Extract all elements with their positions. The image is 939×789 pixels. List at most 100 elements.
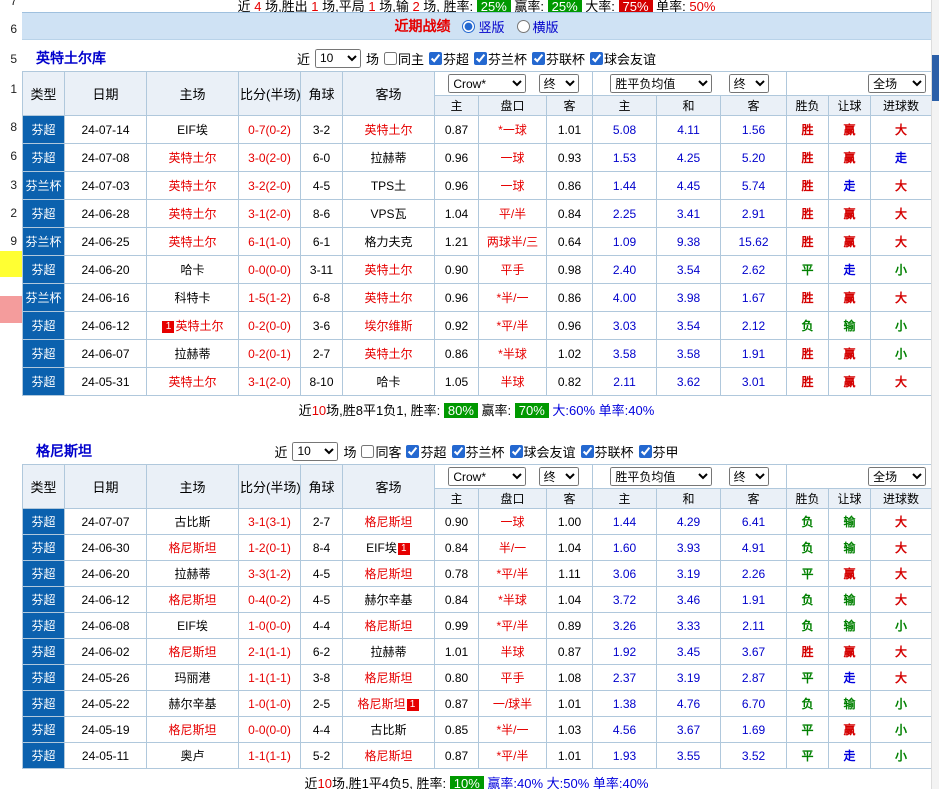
home-team: 格尼斯坦: [146, 534, 239, 561]
result-value: 胜: [786, 115, 830, 144]
team-name-text: 拉赫蒂: [174, 347, 211, 361]
asian-handicap: 一球: [478, 143, 547, 172]
same-venue-checkbox[interactable]: 同客: [361, 442, 401, 461]
league-type: 芬兰杯: [22, 171, 65, 200]
league-checkbox-input[interactable]: [580, 444, 594, 458]
recent-count-select[interactable]: 10: [292, 441, 339, 461]
league-checkbox[interactable]: 芬联杯: [580, 442, 634, 461]
col-header-odds-home: 主: [592, 488, 658, 509]
score-halftime: 1-5(1-2): [238, 283, 301, 312]
final-wdl-select[interactable]: 终: [728, 467, 769, 486]
odds-draw: 4.25: [656, 143, 722, 172]
asian-handicap: *一球: [478, 115, 547, 144]
league-checkbox[interactable]: 球会友谊: [590, 49, 656, 68]
home-team: 科特卡: [146, 283, 239, 312]
odds-home: 3.26: [592, 612, 658, 639]
league-checkbox[interactable]: 芬超: [428, 49, 469, 68]
col-header-handicap: 盘口: [478, 488, 547, 509]
home-team: 哈卡: [146, 255, 239, 284]
odds-source-select[interactable]: Crow*: [448, 74, 527, 93]
wdl-odds-controls: 胜平负均值 终: [592, 464, 788, 489]
league-checkbox[interactable]: 芬兰杯: [451, 442, 505, 461]
league-checkbox-input[interactable]: [590, 51, 604, 65]
odds-home: 2.40: [592, 255, 658, 284]
league-checkbox-input[interactable]: [451, 444, 465, 458]
wdl-average-select[interactable]: 胜平负均值: [610, 467, 713, 486]
match-scope-select[interactable]: 全场: [868, 74, 927, 93]
league-checkbox-input[interactable]: [406, 444, 420, 458]
asian-handicap: *半球: [478, 339, 547, 368]
corners: 2-7: [300, 339, 343, 368]
team-name-text: 格尼斯坦: [168, 723, 217, 737]
league-checkbox-input[interactable]: [428, 51, 442, 65]
asian-handicap: 一/球半: [478, 690, 547, 717]
odds-source-select[interactable]: Crow*: [448, 467, 527, 486]
wdl-average-select[interactable]: 胜平负均值: [610, 74, 713, 93]
match-row: 芬超 24-05-31 英特土尔 3-1(2-0) 8-10 哈卡 1.05 半球 0.82 2.…: [22, 367, 933, 396]
result-value: 负: [786, 508, 830, 535]
final-wdl-select[interactable]: 终: [728, 74, 769, 93]
league-type: 芬超: [22, 367, 65, 396]
corners: 4-5: [300, 586, 343, 613]
team-name-text: EIF埃: [366, 541, 397, 555]
text-part: 75%: [618, 0, 653, 12]
layout-horizontal-radio[interactable]: 横版: [516, 17, 559, 36]
odds-away: 2.12: [720, 311, 788, 340]
odds-away: 3.01: [720, 367, 788, 396]
league-checkbox[interactable]: 芬甲: [638, 442, 679, 461]
league-checkbox[interactable]: 芬联杯: [532, 49, 585, 68]
scrollbar-thumb[interactable]: [932, 55, 939, 101]
league-checkbox-input[interactable]: [474, 51, 487, 65]
team-name-text: 赫尔辛基: [364, 593, 413, 607]
same-venue-input[interactable]: [361, 444, 375, 458]
odds-away: 1.67: [720, 283, 788, 312]
odds-away: 4.91: [720, 534, 788, 561]
result-value: 平: [786, 716, 830, 743]
vertical-radio-input[interactable]: [462, 19, 476, 33]
team-name-text: 英特土尔: [175, 319, 224, 333]
odds-away: 3.67: [720, 638, 788, 665]
final-odds-select[interactable]: 终: [538, 74, 579, 93]
same-venue-input[interactable]: [383, 51, 397, 65]
league-checkbox-input[interactable]: [509, 444, 523, 458]
odds-home: 1.44: [592, 508, 658, 535]
odds-home: 1.38: [592, 690, 658, 717]
odds-home: 4.00: [592, 283, 658, 312]
match-row: 芬超 24-06-08 EIF埃 1-0(0-0) 4-4 格尼斯坦 0.99 *平/半 0.8…: [22, 612, 933, 639]
same-venue-checkbox[interactable]: 同主: [383, 49, 424, 68]
over-under-value: 小: [870, 690, 933, 717]
score-halftime: 1-1(1-1): [238, 742, 301, 769]
odds-away: 6.70: [720, 690, 788, 717]
over-under-value: 大: [870, 664, 933, 691]
team-name-text: 奥卢: [180, 749, 205, 763]
layout-vertical-radio[interactable]: 竖版: [462, 17, 505, 36]
odds-draw: 3.67: [656, 716, 722, 743]
league-checkbox[interactable]: 芬兰杯: [474, 49, 527, 68]
asian-handicap: 平手: [478, 664, 547, 691]
over-under-value: 大: [870, 638, 933, 665]
handicap-result-value: 赢: [828, 227, 872, 256]
league-checkbox-input[interactable]: [638, 444, 652, 458]
col-header-date: 日期: [64, 464, 147, 509]
league-checkbox[interactable]: 芬超: [406, 442, 447, 461]
league-label: 芬超: [442, 51, 469, 67]
team-name-text: VPS瓦: [370, 207, 407, 221]
horizontal-radio-input[interactable]: [516, 19, 530, 33]
asian-away-odds: 0.96: [545, 311, 594, 340]
final-odds-select[interactable]: 终: [538, 467, 579, 486]
odds-home: 1.53: [592, 143, 658, 172]
asian-away-odds: 0.84: [545, 199, 594, 228]
team-name-title: 格尼斯坦: [36, 443, 92, 459]
match-date: 24-07-07: [64, 508, 147, 535]
text-part: 2: [412, 0, 420, 12]
scrollbar[interactable]: [931, 0, 939, 789]
league-checkbox[interactable]: 球会友谊: [509, 442, 576, 461]
league-checkbox-input[interactable]: [532, 51, 546, 65]
text-part: 1: [311, 0, 319, 12]
odds-away: 5.74: [720, 171, 788, 200]
handicap-result-value: 输: [828, 508, 872, 535]
recent-count-select[interactable]: 10: [314, 48, 361, 68]
match-scope-select[interactable]: 全场: [868, 467, 927, 486]
asian-home-odds: 1.04: [434, 199, 479, 228]
asian-home-odds: 0.84: [434, 534, 479, 561]
